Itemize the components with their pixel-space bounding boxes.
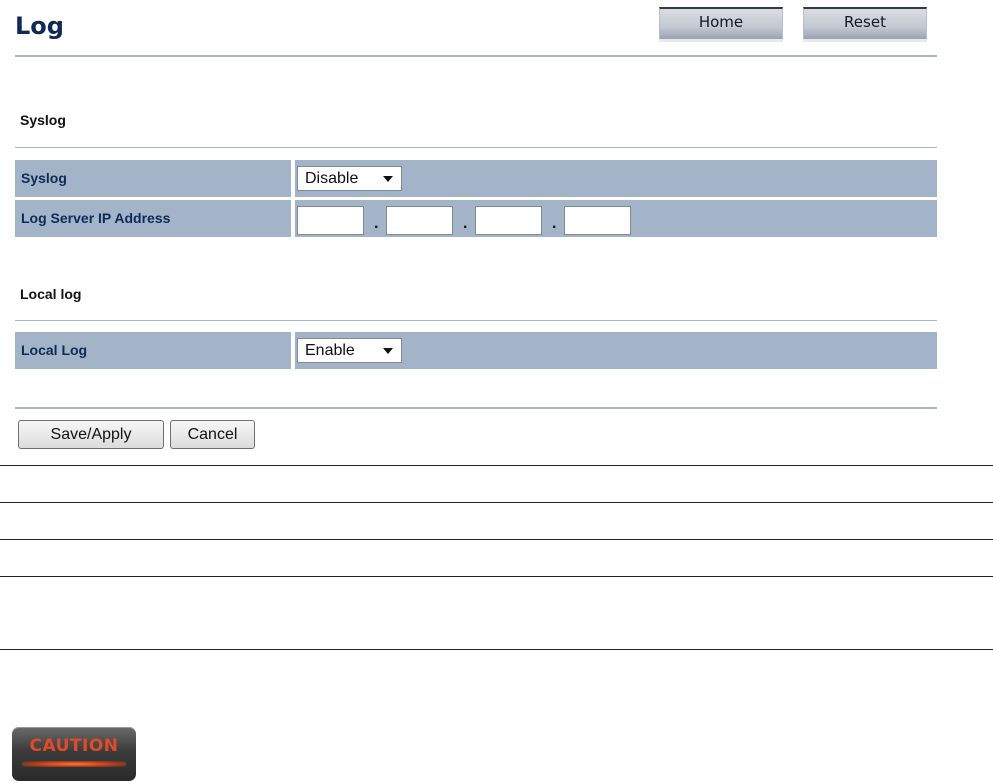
local-log-row: Local Log Enable (15, 332, 937, 369)
caution-glow (22, 761, 126, 767)
row-divider (291, 332, 295, 369)
log-server-ip-row: Log Server IP Address . . . (15, 200, 937, 237)
local-log-section-divider (15, 320, 937, 321)
ip-octet-4-input[interactable] (564, 206, 631, 235)
horizontal-rule (0, 502, 993, 503)
chevron-down-icon (383, 348, 393, 354)
page-title: Log (15, 12, 64, 40)
row-divider (291, 160, 295, 197)
ip-separator: . (374, 215, 379, 232)
caution-label: CAUTION (29, 736, 119, 756)
horizontal-rule (0, 465, 993, 466)
horizontal-rule (0, 576, 993, 577)
syslog-section-heading: Syslog (20, 112, 66, 128)
local-log-select[interactable]: Enable (297, 338, 402, 363)
ip-octet-1-input[interactable] (297, 206, 364, 235)
syslog-label: Syslog (21, 170, 67, 186)
row-divider (291, 200, 295, 237)
cancel-button[interactable]: Cancel (170, 420, 255, 449)
caution-badge: CAUTION (12, 727, 136, 781)
chevron-down-icon (383, 176, 393, 182)
title-divider (15, 55, 937, 57)
horizontal-rule (0, 649, 993, 650)
save-apply-button[interactable]: Save/Apply (18, 420, 164, 449)
ip-octet-3-input[interactable] (475, 206, 542, 235)
home-button[interactable]: Home (659, 7, 783, 39)
syslog-select-value: Disable (305, 170, 359, 187)
actions-divider (15, 407, 937, 409)
syslog-section-divider (15, 147, 937, 148)
syslog-select[interactable]: Disable (297, 166, 402, 191)
ip-separator: . (552, 215, 557, 232)
local-log-label: Local Log (21, 342, 88, 358)
local-log-select-value: Enable (305, 342, 355, 359)
ip-separator: . (463, 215, 468, 232)
log-server-ip-label: Log Server IP Address (21, 210, 171, 226)
horizontal-rule (0, 539, 993, 540)
ip-octet-2-input[interactable] (386, 206, 453, 235)
syslog-row: Syslog Disable (15, 160, 937, 197)
local-log-section-heading: Local log (20, 286, 82, 302)
reset-button[interactable]: Reset (803, 7, 927, 39)
